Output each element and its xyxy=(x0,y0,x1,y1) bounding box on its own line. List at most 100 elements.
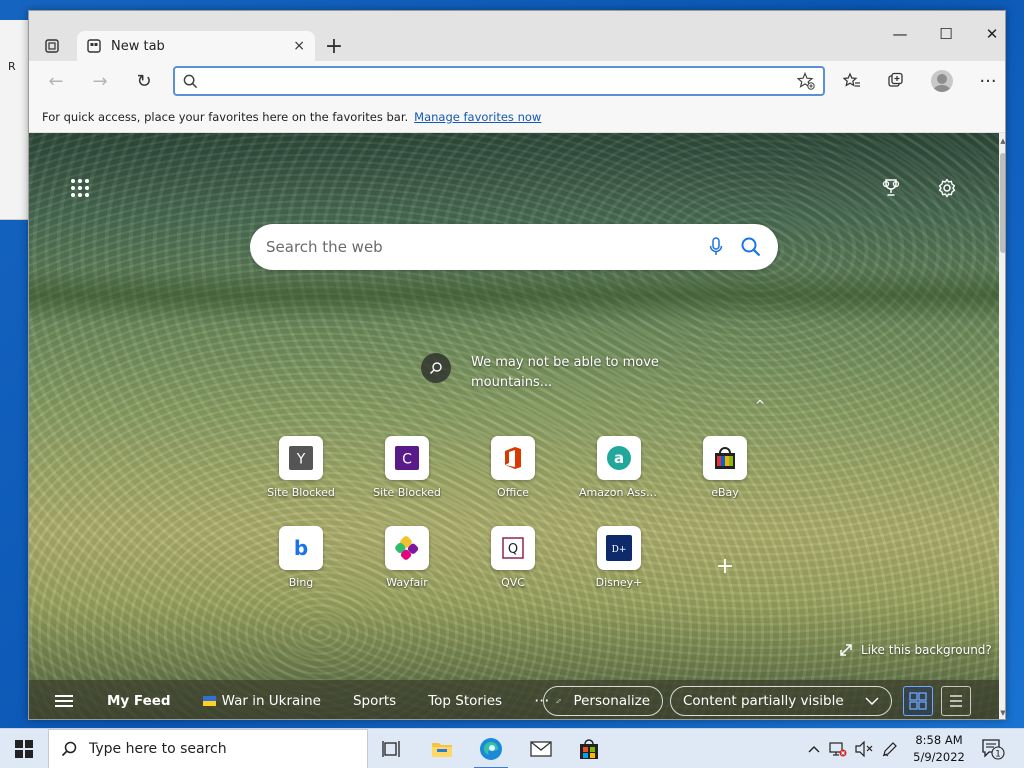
scroll-up-arrow-icon[interactable]: ▲ xyxy=(999,137,1005,145)
start-button[interactable] xyxy=(0,729,48,768)
ebay-bag-icon xyxy=(703,436,747,480)
action-center-button[interactable]: 1 xyxy=(980,737,1006,761)
quick-link-label: Site Blocked xyxy=(373,486,441,499)
feed-tab-war-in-ukraine[interactable]: War in Ukraine xyxy=(202,692,321,709)
svg-text:1: 1 xyxy=(995,749,1001,759)
chevron-down-icon xyxy=(865,697,879,705)
scrollbar-thumb[interactable] xyxy=(1000,153,1005,253)
address-bar[interactable] xyxy=(173,66,825,96)
new-tab-button[interactable]: + xyxy=(321,33,347,59)
forward-button[interactable]: → xyxy=(85,67,115,95)
network-disconnected-icon[interactable] xyxy=(828,729,848,768)
collections-icon xyxy=(888,72,903,87)
svg-text:Y: Y xyxy=(296,452,306,468)
quick-link[interactable]: Q QVC xyxy=(473,526,553,589)
like-background-button[interactable]: Like this background? xyxy=(839,643,992,657)
collapse-chevron-up-icon[interactable]: ^ xyxy=(755,398,765,412)
search-icon xyxy=(61,741,77,757)
image-caption[interactable]: We may not be able to move mountains... xyxy=(471,353,671,393)
web-search-submit-icon[interactable] xyxy=(740,236,762,258)
feed-navigation-bar: My Feed War in Ukraine Sports Top Storie… xyxy=(29,680,999,719)
apps-launcher-button[interactable] xyxy=(69,177,91,199)
tab-new-tab[interactable]: New tab × xyxy=(77,31,315,61)
feed-tab-top-stories[interactable]: Top Stories xyxy=(428,693,502,709)
show-hidden-icons-chevron-up-icon[interactable] xyxy=(804,729,824,768)
wayfair-icon xyxy=(385,526,429,570)
quick-link[interactable]: a Amazon Assi... xyxy=(579,436,659,499)
close-window-button[interactable]: ✕ xyxy=(969,19,1005,49)
ukraine-flag-icon xyxy=(202,695,216,706)
svg-text:Q: Q xyxy=(508,542,518,557)
gear-icon xyxy=(938,178,956,198)
page-settings-button[interactable] xyxy=(934,175,960,201)
tab-strip: New tab × + — ☐ ✕ xyxy=(29,11,1005,61)
feed-tab-my-feed[interactable]: My Feed xyxy=(107,693,171,709)
feed-tab-label: War in Ukraine xyxy=(221,692,321,709)
mail-icon xyxy=(530,741,552,757)
new-tab-page: Search the web We may not be able to mov… xyxy=(29,133,999,719)
address-input[interactable] xyxy=(204,73,797,89)
tab-actions-button[interactable] xyxy=(41,37,63,55)
quick-link[interactable]: eBay xyxy=(685,436,765,499)
list-layout-button[interactable] xyxy=(941,686,971,716)
page-scrollbar[interactable]: ▲ ▼ xyxy=(999,133,1005,719)
minimize-button[interactable]: — xyxy=(877,19,923,49)
amazon-icon: a xyxy=(597,436,641,480)
edge-taskbar-button[interactable] xyxy=(468,729,514,768)
quick-link-label: Office xyxy=(496,486,530,499)
volume-muted-icon[interactable] xyxy=(854,729,874,768)
taskbar-search-placeholder: Type here to search xyxy=(89,741,227,757)
image-info[interactable]: We may not be able to move mountains... xyxy=(421,353,671,393)
quick-link[interactable]: Office xyxy=(473,436,553,499)
manage-favorites-link[interactable]: Manage favorites now xyxy=(414,110,541,124)
mail-taskbar-button[interactable] xyxy=(518,729,564,768)
scroll-down-arrow-icon[interactable]: ▼ xyxy=(999,709,1005,717)
quick-link[interactable]: Y Site Blocked xyxy=(261,436,341,499)
svg-text:C: C xyxy=(402,452,412,468)
tab-close-icon[interactable]: × xyxy=(293,38,305,54)
feed-menu-icon[interactable] xyxy=(55,694,73,707)
maximize-button[interactable]: ☐ xyxy=(923,19,969,49)
pen-workspace-icon[interactable] xyxy=(880,729,900,768)
back-button[interactable]: ← xyxy=(41,67,71,95)
like-background-label: Like this background? xyxy=(861,643,992,657)
system-clock[interactable]: 8:58 AM 5/9/2022 xyxy=(908,732,970,766)
rewards-button[interactable] xyxy=(878,175,904,201)
quick-link[interactable]: Wayfair xyxy=(367,526,447,589)
quick-link-label: Amazon Assi... xyxy=(579,486,659,499)
store-taskbar-button[interactable] xyxy=(566,729,612,768)
web-search-box[interactable]: Search the web xyxy=(250,224,778,270)
settings-and-more-button[interactable]: ··· xyxy=(973,67,1003,95)
refresh-button[interactable]: ↻ xyxy=(129,67,159,95)
profile-button[interactable] xyxy=(927,67,957,95)
quick-link-label: Disney+ xyxy=(595,576,643,589)
content-visibility-dropdown[interactable]: Content partially visible xyxy=(670,686,892,716)
microsoft-store-icon xyxy=(580,739,598,759)
pencil-icon xyxy=(556,698,562,704)
grid-layout-icon xyxy=(909,692,927,710)
disney-plus-icon: D+ xyxy=(597,526,641,570)
collections-button[interactable] xyxy=(881,67,911,95)
file-explorer-button[interactable] xyxy=(419,729,465,768)
quick-link-label: Site Blocked xyxy=(267,486,335,499)
image-info-search-icon[interactable] xyxy=(421,353,451,383)
office-icon xyxy=(491,436,535,480)
add-favorite-star-icon[interactable] xyxy=(797,72,815,90)
clock-time: 8:58 AM xyxy=(915,733,963,747)
task-view-button[interactable] xyxy=(369,729,415,768)
quick-link[interactable]: b Bing xyxy=(261,526,341,589)
feed-tab-sports[interactable]: Sports xyxy=(353,693,396,709)
grid-layout-button[interactable] xyxy=(903,686,933,716)
quick-link[interactable]: C Site Blocked xyxy=(367,436,447,499)
favorites-bar: For quick access, place your favorites h… xyxy=(29,101,1005,133)
voice-search-microphone-icon[interactable] xyxy=(708,237,724,257)
quick-link[interactable]: D+ Disney+ xyxy=(579,526,659,589)
new-tab-page-icon xyxy=(87,39,101,53)
favorites-button[interactable] xyxy=(837,67,867,95)
add-quick-link-button[interactable]: + xyxy=(703,544,747,588)
taskbar-search-box[interactable]: Type here to search xyxy=(48,729,368,768)
profile-avatar-icon xyxy=(931,70,953,92)
expand-arrow-icon xyxy=(840,644,852,656)
personalize-button[interactable]: Personalize xyxy=(543,686,663,716)
taskbar: Type here to search 8:58 AM 5/9/2022 1 xyxy=(0,728,1024,768)
